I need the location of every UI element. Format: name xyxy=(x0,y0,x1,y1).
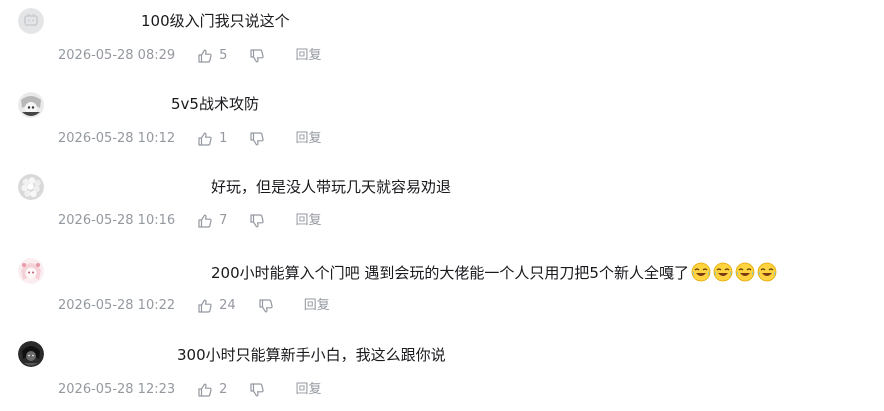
reply-button[interactable]: 回复 xyxy=(295,212,321,230)
comment-text: 5v5战术攻防 xyxy=(171,95,259,113)
like-button[interactable]: 5 xyxy=(197,47,227,65)
avatar[interactable] xyxy=(18,174,44,200)
thumb-up-icon xyxy=(197,382,213,398)
comment-text: 300小时只能算新手小白，我这么跟你说 xyxy=(177,346,446,364)
like-count: 1 xyxy=(219,131,228,146)
dislike-button[interactable] xyxy=(249,48,265,64)
dislike-button[interactable] xyxy=(249,213,265,229)
like-count: 2 xyxy=(219,382,228,397)
comment-item: 300小时只能算新手小白，我这么跟你说 2026-05-28 12:23 2 回… xyxy=(0,329,884,411)
comment-text: 好玩，但是没人带玩几天就容易劝退 xyxy=(211,178,452,196)
timestamp: 2026-05-28 08:29 xyxy=(58,48,176,63)
comment-text: 200小时能算入个门吧 遇到会玩的大佬能一个人只用刀把5个新人全嘎了 xyxy=(211,262,777,283)
comment-item: 200小时能算入个门吧 遇到会玩的大佬能一个人只用刀把5个新人全嘎了 2026-… xyxy=(0,246,884,328)
avatar[interactable] xyxy=(18,258,44,284)
like-count: 5 xyxy=(219,48,228,63)
like-count: 7 xyxy=(219,213,228,228)
comment-text: 100级入门我只说这个 xyxy=(141,12,290,30)
laugh-cry-emoji xyxy=(713,262,733,282)
dislike-button[interactable] xyxy=(249,382,265,398)
thumb-down-icon xyxy=(249,131,265,147)
thumb-down-icon xyxy=(249,382,265,398)
like-button[interactable]: 2 xyxy=(197,381,227,399)
laugh-cry-emoji xyxy=(691,262,711,282)
reply-button[interactable]: 回复 xyxy=(295,381,321,399)
comment-meta: 2026-05-28 10:12 1 回复 xyxy=(58,130,321,148)
comment-meta: 2026-05-28 10:22 24 回复 xyxy=(58,297,330,315)
like-count: 24 xyxy=(219,298,236,313)
thumb-up-icon xyxy=(197,48,213,64)
like-button[interactable]: 24 xyxy=(197,297,236,315)
thumb-up-icon xyxy=(197,298,213,314)
reply-button[interactable]: 回复 xyxy=(304,297,330,315)
like-button[interactable]: 7 xyxy=(197,212,227,230)
timestamp: 2026-05-28 12:23 xyxy=(58,382,176,397)
timestamp: 2026-05-28 10:12 xyxy=(58,131,176,146)
dislike-button[interactable] xyxy=(249,131,265,147)
comment-meta: 2026-05-28 10:16 7 回复 xyxy=(58,212,321,230)
dislike-button[interactable] xyxy=(258,298,274,314)
thumb-down-icon xyxy=(249,213,265,229)
comment-meta: 2026-05-28 08:29 5 回复 xyxy=(58,47,321,65)
thumb-up-icon xyxy=(197,213,213,229)
thumb-down-icon xyxy=(258,298,274,314)
thumb-up-icon xyxy=(197,131,213,147)
avatar[interactable] xyxy=(18,341,44,367)
comment-item: 5v5战术攻防 2026-05-28 10:12 1 回复 xyxy=(0,82,884,164)
comment-text-body: 200小时能算入个门吧 遇到会玩的大佬能一个人只用刀把5个新人全嘎了 xyxy=(211,264,689,282)
thumb-down-icon xyxy=(249,48,265,64)
comment-meta: 2026-05-28 12:23 2 回复 xyxy=(58,381,321,399)
reply-button[interactable]: 回复 xyxy=(295,47,321,65)
comment-item: 好玩，但是没人带玩几天就容易劝退 2026-05-28 10:16 7 回复 xyxy=(0,164,884,246)
comment-item: 100级入门我只说这个 2026-05-28 08:29 5 回复 xyxy=(0,0,884,82)
laugh-cry-emoji xyxy=(757,262,777,282)
timestamp: 2026-05-28 10:22 xyxy=(58,298,176,313)
laugh-cry-emoji xyxy=(735,262,755,282)
avatar[interactable] xyxy=(18,8,44,34)
timestamp: 2026-05-28 10:16 xyxy=(58,213,176,228)
like-button[interactable]: 1 xyxy=(197,130,227,148)
reply-button[interactable]: 回复 xyxy=(295,130,321,148)
avatar[interactable] xyxy=(18,92,44,118)
